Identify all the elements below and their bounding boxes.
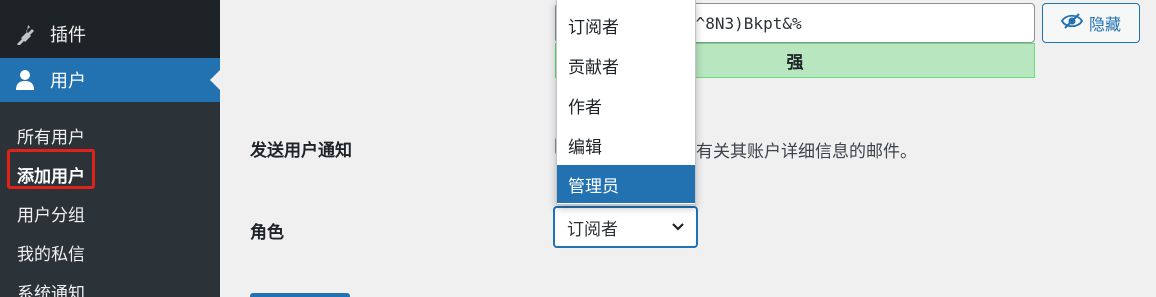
send-notification-description: 关有关其账户详细信息的邮件。: [679, 142, 917, 162]
annotation-highlight-box: [7, 149, 95, 189]
role-option-author[interactable]: 作者: [557, 86, 695, 124]
role-select-value: 订阅者: [567, 219, 618, 240]
role-option-contributor[interactable]: 贡献者: [557, 46, 695, 84]
role-option-editor[interactable]: 编辑: [557, 126, 695, 164]
role-option-administrator[interactable]: 管理员: [557, 165, 695, 203]
send-notification-label: 发送用户通知: [250, 141, 352, 161]
plug-icon: [0, 23, 50, 45]
eye-slash-icon: [1060, 12, 1084, 34]
hide-password-button[interactable]: 隐藏: [1042, 3, 1140, 43]
submenu-item-notifications[interactable]: 系统通知: [17, 279, 85, 297]
submenu-item-messages[interactable]: 我的私信: [17, 240, 85, 265]
role-option-subscriber[interactable]: 订阅者: [557, 6, 695, 44]
chevron-down-icon: [670, 218, 686, 239]
user-icon: [0, 69, 50, 91]
hide-password-label: 隐藏: [1088, 15, 1121, 34]
menu-item-users[interactable]: 用户: [0, 58, 220, 102]
role-select[interactable]: 订阅者: [553, 206, 698, 248]
add-user-submit-button[interactable]: [250, 293, 350, 297]
menu-item-plugins-label: 插件: [50, 25, 86, 46]
role-dropdown-list: 订阅者 贡献者 作者 编辑 管理员: [556, 0, 696, 205]
admin-sidebar: 插件 用户 所有用户 添加用户 用户分组 我的私信 系统通知: [0, 0, 220, 297]
submenu-item-user-groups[interactable]: 用户分组: [17, 201, 85, 226]
submenu-item-all-users[interactable]: 所有用户: [17, 123, 85, 148]
users-submenu: 所有用户 添加用户 用户分组 我的私信 系统通知: [0, 102, 220, 297]
menu-item-users-label: 用户: [50, 71, 86, 92]
password-value: y^8N3)Bkpt&%: [686, 14, 802, 33]
password-strength-label: 强: [786, 53, 804, 73]
menu-item-plugins[interactable]: 插件: [0, 12, 220, 56]
role-label: 角色: [250, 223, 284, 243]
